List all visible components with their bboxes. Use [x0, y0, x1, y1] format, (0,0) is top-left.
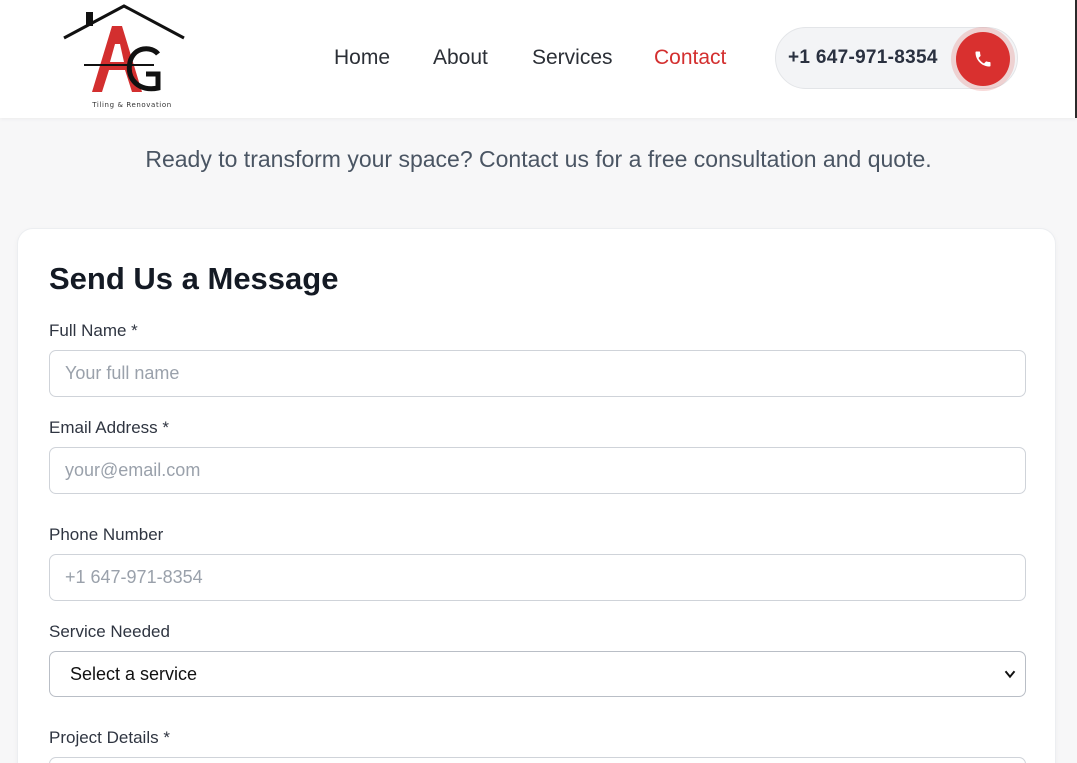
- project-details-textarea[interactable]: [49, 757, 1026, 763]
- call-button[interactable]: [956, 32, 1010, 86]
- chevron-down-icon: [1004, 670, 1016, 679]
- nav-services[interactable]: Services: [532, 46, 613, 70]
- phone-contact-pill[interactable]: +1 647-971-8354: [775, 27, 1018, 89]
- nav-home[interactable]: Home: [334, 46, 390, 70]
- contact-form-card: Send Us a Message Full Name * Email Addr…: [17, 228, 1056, 763]
- nav-contact[interactable]: Contact: [654, 46, 726, 70]
- full-name-input[interactable]: [49, 350, 1026, 397]
- project-details-label: Project Details *: [49, 728, 170, 747]
- phone-icon: [975, 51, 991, 67]
- phone-label: Phone Number: [49, 525, 164, 544]
- nav-about[interactable]: About: [433, 46, 488, 70]
- email-input[interactable]: [49, 447, 1026, 494]
- service-selected-value: Select a service: [70, 663, 198, 684]
- intro-text: Ready to transform your space? Contact u…: [145, 146, 932, 172]
- service-label: Service Needed: [49, 622, 170, 641]
- service-select[interactable]: Select a service: [49, 651, 1026, 697]
- logo-tagline: Tiling & Renovation: [92, 101, 172, 109]
- form-title: Send Us a Message: [49, 261, 339, 296]
- logo-mark-icon: [63, 4, 185, 92]
- full-name-label: Full Name *: [49, 321, 138, 340]
- email-label: Email Address *: [49, 418, 169, 437]
- site-header: Tiling & Renovation Home About Services …: [0, 0, 1077, 118]
- company-logo[interactable]: Tiling & Renovation: [62, 4, 190, 114]
- phone-input[interactable]: [49, 554, 1026, 601]
- phone-number[interactable]: +1 647-971-8354: [788, 47, 938, 69]
